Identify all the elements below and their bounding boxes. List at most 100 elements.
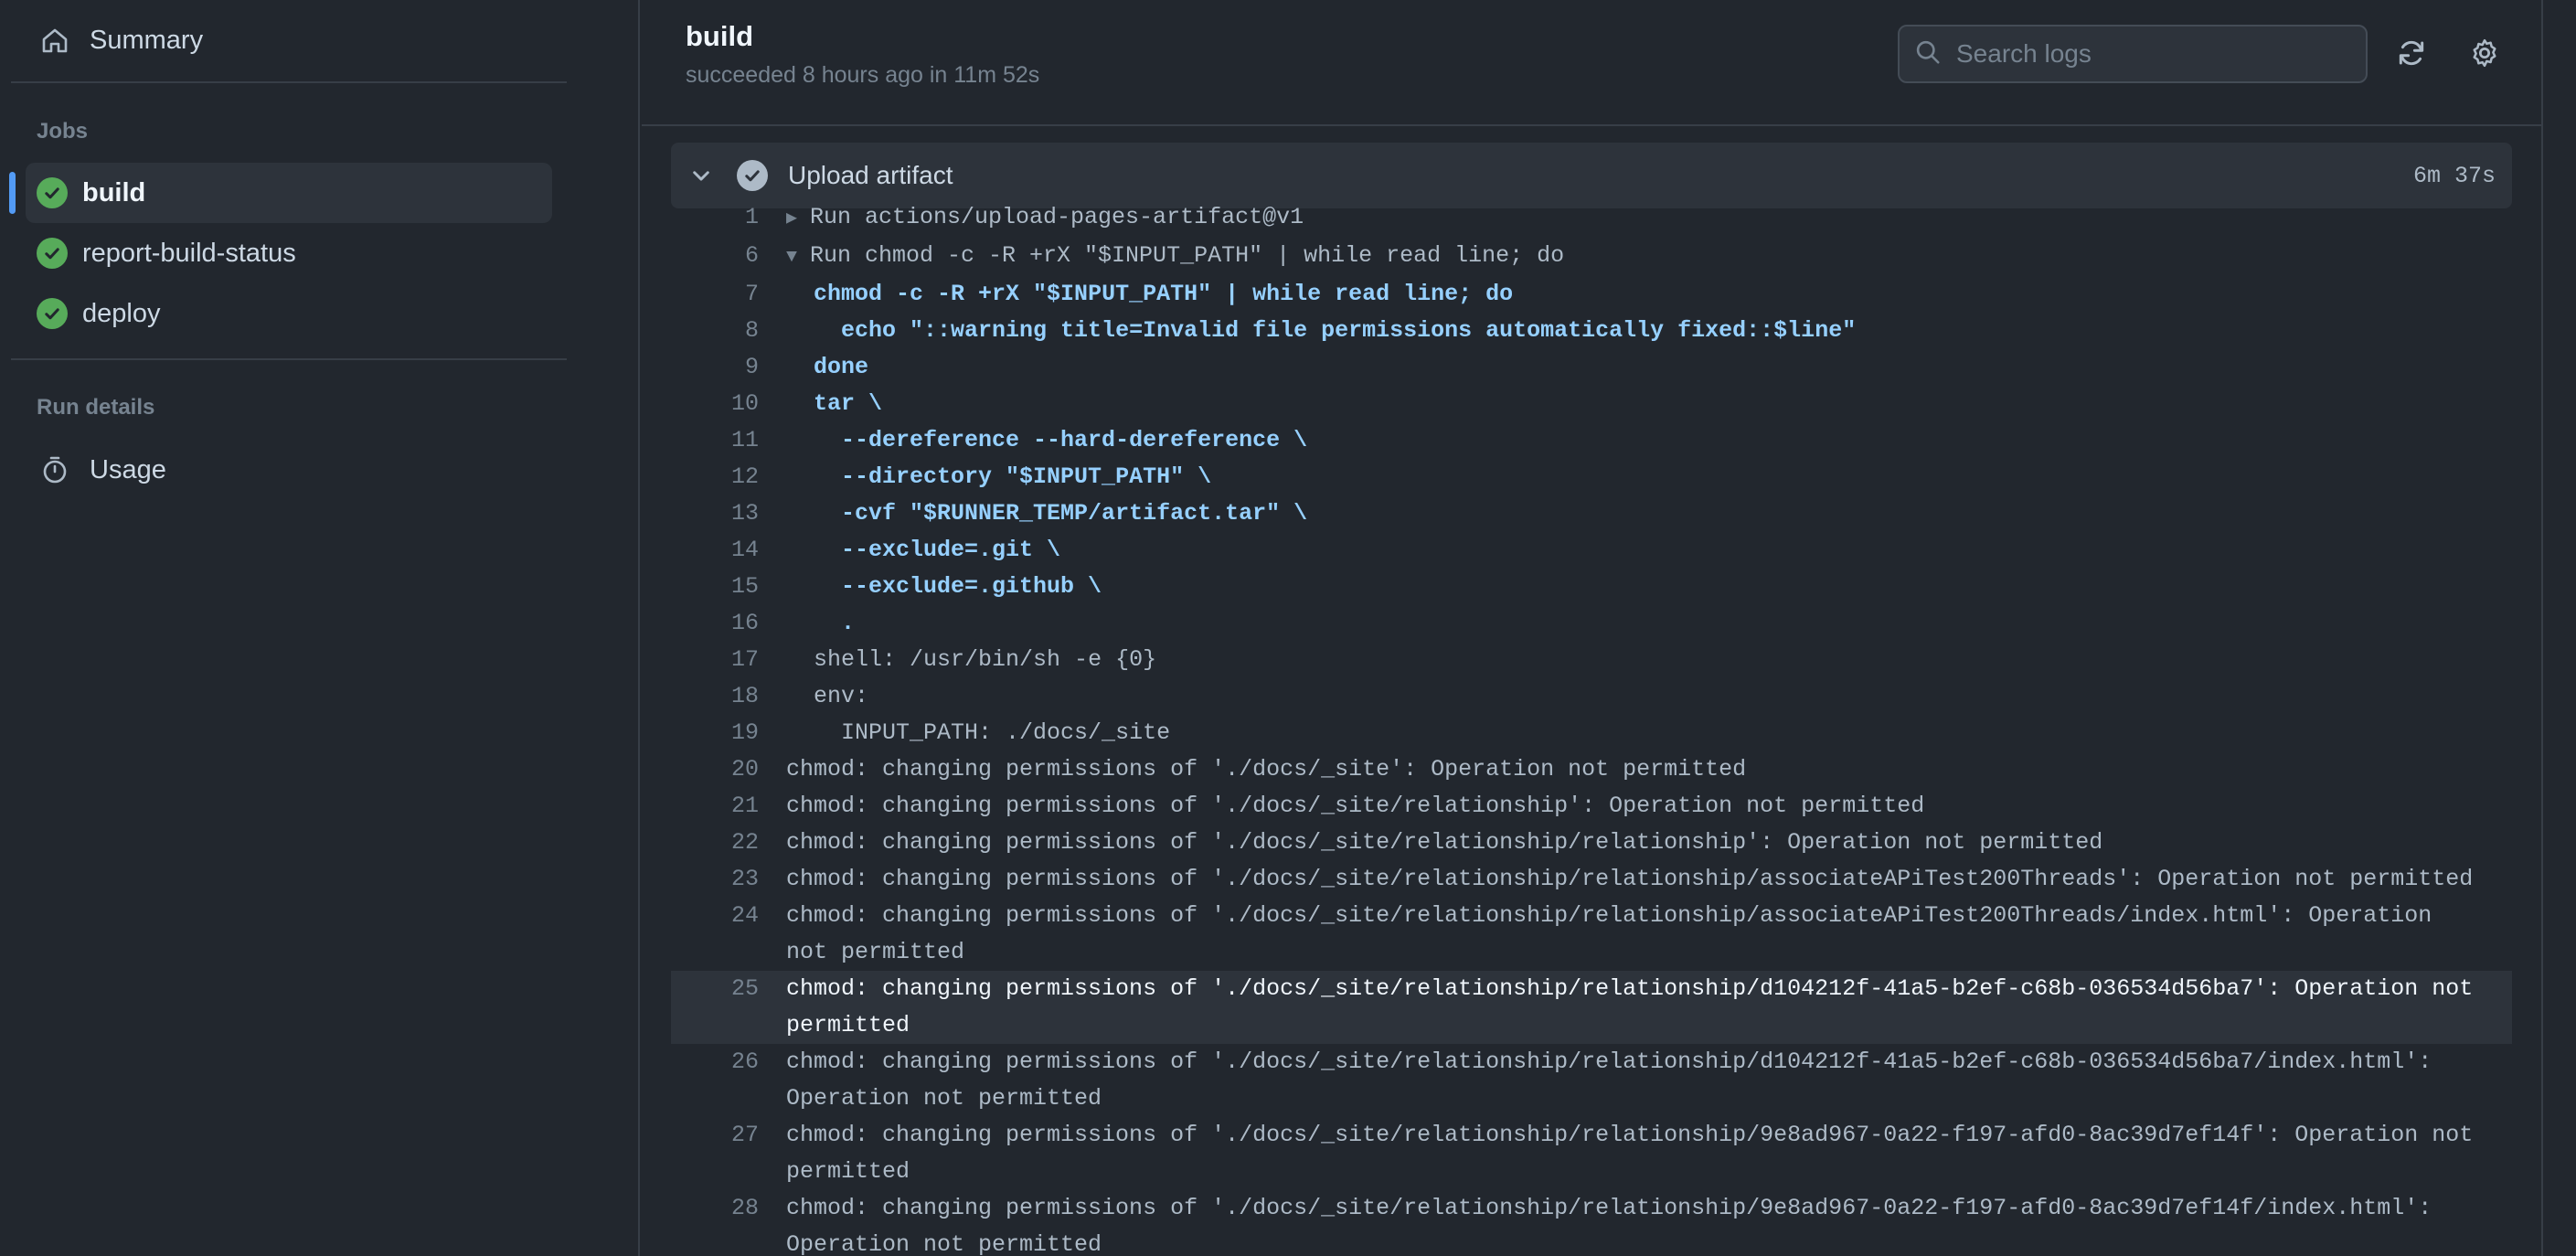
log-line[interactable]: 28 chmod: changing permissions of './docs… [671, 1190, 2512, 1256]
line-number[interactable]: 11 [671, 422, 759, 459]
line-number[interactable]: 25 [671, 971, 759, 1044]
log-line[interactable]: 10 tar \ [671, 386, 2512, 422]
line-number[interactable]: 18 [671, 678, 759, 715]
log-line[interactable]: 21 chmod: changing permissions of './docs… [671, 788, 2512, 825]
log-line[interactable]: 27 chmod: changing permissions of './docs… [671, 1117, 2512, 1190]
log-output: 1 ▶ Run actions/upload-pages-artifact@v1 6 ▼… [671, 199, 2512, 1256]
line-number[interactable]: 1 [671, 199, 759, 238]
sidebar: Summary Jobs build report-build-status d… [0, 0, 640, 1256]
line-number[interactable]: 16 [671, 605, 759, 642]
line-number[interactable]: 27 [671, 1117, 759, 1190]
refresh-button[interactable] [2393, 37, 2430, 73]
page-scrollbar[interactable] [2541, 0, 2576, 1256]
check-circle-icon [37, 238, 68, 269]
step-name: Upload artifact [788, 161, 953, 189]
line-number[interactable]: 23 [671, 861, 759, 898]
log-text: INPUT_PATH: ./docs/_site [786, 719, 1171, 746]
log-line[interactable]: 14 --exclude=.git \ [671, 532, 2512, 569]
line-number[interactable]: 17 [671, 642, 759, 678]
summary-label: Summary [90, 25, 204, 55]
log-text: echo "::warning title=Invalid file permi… [786, 317, 1857, 344]
line-number[interactable]: 24 [671, 898, 759, 971]
line-number[interactable]: 19 [671, 715, 759, 751]
log-line[interactable]: 8 echo "::warning title=Invalid file per… [671, 313, 2512, 349]
line-number[interactable]: 13 [671, 495, 759, 532]
home-icon [37, 22, 73, 59]
log-text: Run chmod -c -R +rX "$INPUT_PATH" | whil… [810, 242, 1565, 269]
line-number[interactable]: 10 [671, 386, 759, 422]
log-text: Run actions/upload-pages-artifact@v1 [810, 204, 1304, 230]
chevron-down-icon[interactable] [686, 160, 717, 191]
line-number[interactable]: 26 [671, 1044, 759, 1117]
log-text: chmod: changing permissions of './docs/_… [786, 866, 2474, 892]
log-line[interactable]: 9 done [671, 349, 2512, 386]
job-item-report-build-status[interactable]: report-build-status [26, 223, 552, 283]
check-circle-icon [37, 298, 68, 329]
log-line[interactable]: 20 chmod: changing permissions of './docs… [671, 751, 2512, 788]
line-number[interactable]: 15 [671, 569, 759, 605]
log-text: chmod: changing permissions of './docs/_… [786, 829, 2103, 856]
line-number[interactable]: 22 [671, 825, 759, 861]
triangle-down-icon: ▼ [786, 247, 798, 268]
log-line[interactable]: 23 chmod: changing permissions of './docs… [671, 861, 2512, 898]
line-number[interactable]: 7 [671, 276, 759, 313]
log-line[interactable]: 11 --dereference --hard-dereference \ [671, 422, 2512, 459]
log-text: --exclude=.git \ [786, 537, 1061, 563]
check-circle-icon [37, 177, 68, 208]
sidebar-divider [11, 358, 567, 360]
log-text: chmod: changing permissions of './docs/_… [786, 975, 2487, 1038]
search-logs-input[interactable] [1956, 39, 2358, 69]
log-line[interactable]: 22 chmod: changing permissions of './docs… [671, 825, 2512, 861]
log-line[interactable]: 18 env: [671, 678, 2512, 715]
log-text: chmod: changing permissions of './docs/_… [786, 902, 2446, 965]
log-line[interactable]: 19 INPUT_PATH: ./docs/_site [671, 715, 2512, 751]
log-group-toggle[interactable]: ▶ Run actions/upload-pages-artifact@v1 [786, 199, 2486, 238]
line-number[interactable]: 21 [671, 788, 759, 825]
summary-link[interactable]: Summary [37, 20, 203, 60]
log-text: chmod: changing permissions of './docs/_… [786, 756, 1747, 782]
search-icon [1914, 38, 1942, 70]
job-item-deploy[interactable]: deploy [26, 283, 552, 344]
log-line[interactable]: 12 --directory "$INPUT_PATH" \ [671, 459, 2512, 495]
log-text: . [786, 610, 856, 636]
log-line[interactable]: 15 --exclude=.github \ [671, 569, 2512, 605]
log-text: chmod: changing permissions of './docs/_… [786, 1048, 2446, 1112]
sidebar-divider [11, 81, 567, 83]
check-circle-icon [737, 160, 768, 191]
log-text: env: [786, 683, 869, 709]
job-header: build succeeded 8 hours ago in 11m 52s [642, 0, 2541, 126]
log-line[interactable]: 17 shell: /usr/bin/sh -e {0} [671, 642, 2512, 678]
log-line[interactable]: 16 . [671, 605, 2512, 642]
log-line[interactable]: 13 -cvf "$RUNNER_TEMP/artifact.tar" \ [671, 495, 2512, 532]
job-label: report-build-status [82, 238, 296, 268]
line-number[interactable]: 6 [671, 238, 759, 276]
triangle-right-icon: ▶ [786, 208, 798, 229]
page-title: build [686, 20, 754, 52]
active-indicator [9, 172, 16, 214]
line-number[interactable]: 20 [671, 751, 759, 788]
job-item-build[interactable]: build [9, 163, 552, 223]
search-logs-box[interactable] [1898, 25, 2368, 83]
log-group-toggle[interactable]: ▼ Run chmod -c -R +rX "$INPUT_PATH" | whi… [786, 238, 2486, 276]
line-number[interactable]: 12 [671, 459, 759, 495]
line-number[interactable]: 8 [671, 313, 759, 349]
line-number[interactable]: 9 [671, 349, 759, 386]
line-number[interactable]: 28 [671, 1190, 759, 1256]
log-line[interactable]: 1 ▶ Run actions/upload-pages-artifact@v1 [671, 199, 2512, 238]
settings-button[interactable] [2466, 37, 2503, 73]
log-text: chmod -c -R +rX "$INPUT_PATH" | while re… [786, 281, 1514, 307]
line-number[interactable]: 14 [671, 532, 759, 569]
log-line[interactable]: 6 ▼ Run chmod -c -R +rX "$INPUT_PATH" | wh… [671, 238, 2512, 276]
log-line[interactable]: 7 chmod -c -R +rX "$INPUT_PATH" | while … [671, 276, 2512, 313]
log-line[interactable]: 26 chmod: changing permissions of './docs… [671, 1044, 2512, 1117]
main-panel: build succeeded 8 hours ago in 11m 52s U… [642, 0, 2541, 1256]
step-duration: 6m 37s [2412, 162, 2496, 189]
log-text: --directory "$INPUT_PATH" \ [786, 463, 1212, 490]
usage-link[interactable]: Usage [37, 450, 166, 490]
log-text: tar \ [786, 390, 883, 417]
log-line[interactable]: 25 chmod: changing permissions of './docs… [671, 971, 2512, 1044]
log-line[interactable]: 24 chmod: changing permissions of './docs… [671, 898, 2512, 971]
log-text: chmod: changing permissions of './docs/_… [786, 1122, 2487, 1185]
gear-icon [2469, 37, 2500, 73]
log-text: shell: /usr/bin/sh -e {0} [786, 646, 1157, 673]
